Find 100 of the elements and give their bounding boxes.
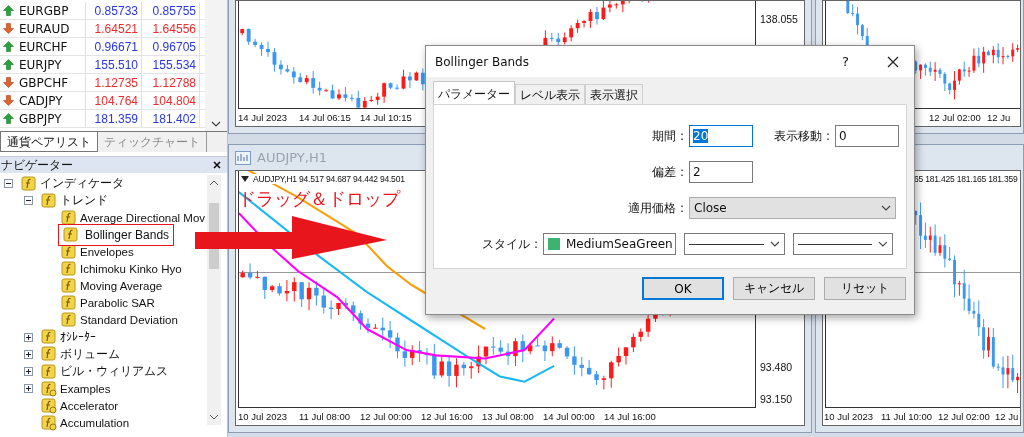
tree-item[interactable]: ｵｼﾚｰﾀｰ xyxy=(38,327,102,347)
tree-item[interactable]: Bollinger Bands xyxy=(58,223,175,246)
close-icon[interactable] xyxy=(213,161,221,169)
chart-header: AUDJPY,H1 94.517 94.687 94.442 94.501 xyxy=(253,174,405,184)
ask-price: 0.96705 xyxy=(142,38,200,55)
tree-item[interactable]: Standard Deviation xyxy=(58,310,184,330)
tree-item[interactable]: ビル・ウィリアムス xyxy=(38,362,174,382)
symbol-cell: GBPJPY xyxy=(0,110,86,127)
expand-icon[interactable] xyxy=(24,367,33,377)
expand-icon[interactable] xyxy=(24,384,33,394)
number-field[interactable]: 2 xyxy=(689,161,753,183)
tab[interactable]: レベル表示 xyxy=(515,84,585,104)
price-label: 93.480 xyxy=(760,361,793,373)
window-title: AUDJPY,H1 xyxy=(257,150,327,165)
indicator-icon xyxy=(61,261,77,277)
tab[interactable]: パラメーター xyxy=(433,81,515,104)
price-label: 93.150 xyxy=(760,393,793,405)
time-label: 12 Jul 00:00 xyxy=(360,411,412,422)
dropdown-icon[interactable] xyxy=(241,176,249,182)
down-arrow-icon xyxy=(3,77,14,88)
indicator-icon xyxy=(63,226,79,243)
time-label: 14 Jul 06:15 xyxy=(299,112,351,123)
bid-price: 0.85733 xyxy=(86,2,142,19)
line-width-dropdown[interactable] xyxy=(793,233,893,255)
indicator-icon xyxy=(61,209,77,226)
bid-price: 1.12735 xyxy=(86,74,142,91)
symbol-cell: EURCHF xyxy=(0,38,86,55)
up-arrow-icon xyxy=(3,5,14,16)
line-sample-icon xyxy=(798,242,873,246)
time-label: 12 Jul 02:00 xyxy=(938,411,990,422)
tree-item[interactable]: Examples xyxy=(38,379,117,399)
up-arrow-icon xyxy=(3,113,14,124)
custom-indicator-icon xyxy=(41,397,57,414)
dialog-button[interactable]: リセット xyxy=(824,277,906,300)
time-label: 11 Jul 08:00 xyxy=(299,411,351,422)
indicator-icon xyxy=(41,363,57,380)
tree-item[interactable]: ボリューム xyxy=(38,345,126,364)
field-label: 表示移動 : xyxy=(774,127,830,145)
price-label: 138.055 xyxy=(760,13,798,25)
chart-icon xyxy=(235,150,251,165)
close-icon[interactable] xyxy=(887,55,899,68)
scrollbar[interactable] xyxy=(207,175,221,425)
indicator-icon xyxy=(61,312,77,329)
symbol-cell: EURJPY xyxy=(0,56,86,73)
tab[interactable]: 表示選択 xyxy=(585,84,643,104)
bid-price: 155.510 xyxy=(86,56,142,73)
time-label: 12 Ju xyxy=(987,112,1011,123)
tab[interactable]: 通貨ペアリスト xyxy=(0,132,98,152)
price-dropdown[interactable]: Close xyxy=(689,197,896,219)
color-dropdown[interactable]: MediumSeaGreen xyxy=(543,233,676,255)
tree-item[interactable]: Parabolic SAR xyxy=(58,293,161,313)
chevron-down-icon[interactable] xyxy=(770,241,780,247)
time-label: 14 Jul 10:15 xyxy=(360,112,412,123)
tree-item[interactable]: トレンド xyxy=(38,191,114,211)
field-label: スタイル : xyxy=(482,235,538,253)
time-label: 10 Jul 2023 xyxy=(238,411,288,422)
bid-price: 104.764 xyxy=(86,92,142,109)
indicator-icon xyxy=(41,346,57,363)
chevron-down-icon[interactable] xyxy=(211,121,221,127)
scrollbar[interactable] xyxy=(205,0,227,131)
symbol-cell: EURGBP xyxy=(0,2,86,19)
time-label: 11 Jul 10:00 xyxy=(881,411,933,422)
chevron-down-icon[interactable] xyxy=(878,241,888,247)
collapse-icon[interactable] xyxy=(24,196,33,206)
time-label: 10 Jul 2023 xyxy=(824,411,874,422)
tree-item[interactable]: Accelerator xyxy=(38,396,125,416)
ask-price: 1.64556 xyxy=(142,20,200,37)
time-label: 12 Ju xyxy=(995,411,1019,422)
time-label: 12 Jul 16:00 xyxy=(421,411,473,422)
symbol-cell: CADJPY xyxy=(0,92,86,109)
help-button[interactable]: ? xyxy=(842,54,849,69)
bid-price: 0.96671 xyxy=(86,38,142,55)
ask-price: 155.534 xyxy=(142,56,200,73)
line-sample-icon xyxy=(689,242,765,246)
dialog-button[interactable]: OK xyxy=(642,277,724,300)
dialog-title: Bollinger Bands xyxy=(435,54,530,69)
down-arrow-icon xyxy=(3,95,14,106)
tree-item[interactable]: Accumulation xyxy=(38,413,136,433)
time-label: 14 Jul 00:00 xyxy=(543,411,595,422)
field-label: 期間 : xyxy=(652,127,684,145)
tree-item[interactable]: Ichimoku Kinko Hyo xyxy=(58,259,188,279)
indicator-icon xyxy=(41,329,57,346)
expand-icon[interactable] xyxy=(24,350,33,359)
time-label: 14 Jul 2023 xyxy=(238,112,288,123)
bid-price: 1.64521 xyxy=(86,20,142,37)
indicator-icon xyxy=(61,295,77,312)
number-field[interactable]: 20 xyxy=(689,125,753,147)
tree-item[interactable]: Moving Average xyxy=(58,276,169,296)
bid-price: 181.359 xyxy=(86,110,142,127)
collapse-icon[interactable] xyxy=(4,179,13,189)
down-arrow-icon xyxy=(3,23,14,34)
indicator-icon xyxy=(61,278,77,295)
ask-price: 104.804 xyxy=(142,92,200,109)
expand-icon[interactable] xyxy=(24,332,33,342)
dialog-button[interactable]: キャンセル xyxy=(733,277,815,300)
tree-item[interactable]: インディケータ xyxy=(18,175,130,194)
number-field[interactable]: 0 xyxy=(835,125,899,147)
line-style-dropdown[interactable] xyxy=(684,233,785,255)
symbol-cell: EURAUD xyxy=(0,20,86,37)
chevron-down-icon[interactable] xyxy=(881,205,891,211)
